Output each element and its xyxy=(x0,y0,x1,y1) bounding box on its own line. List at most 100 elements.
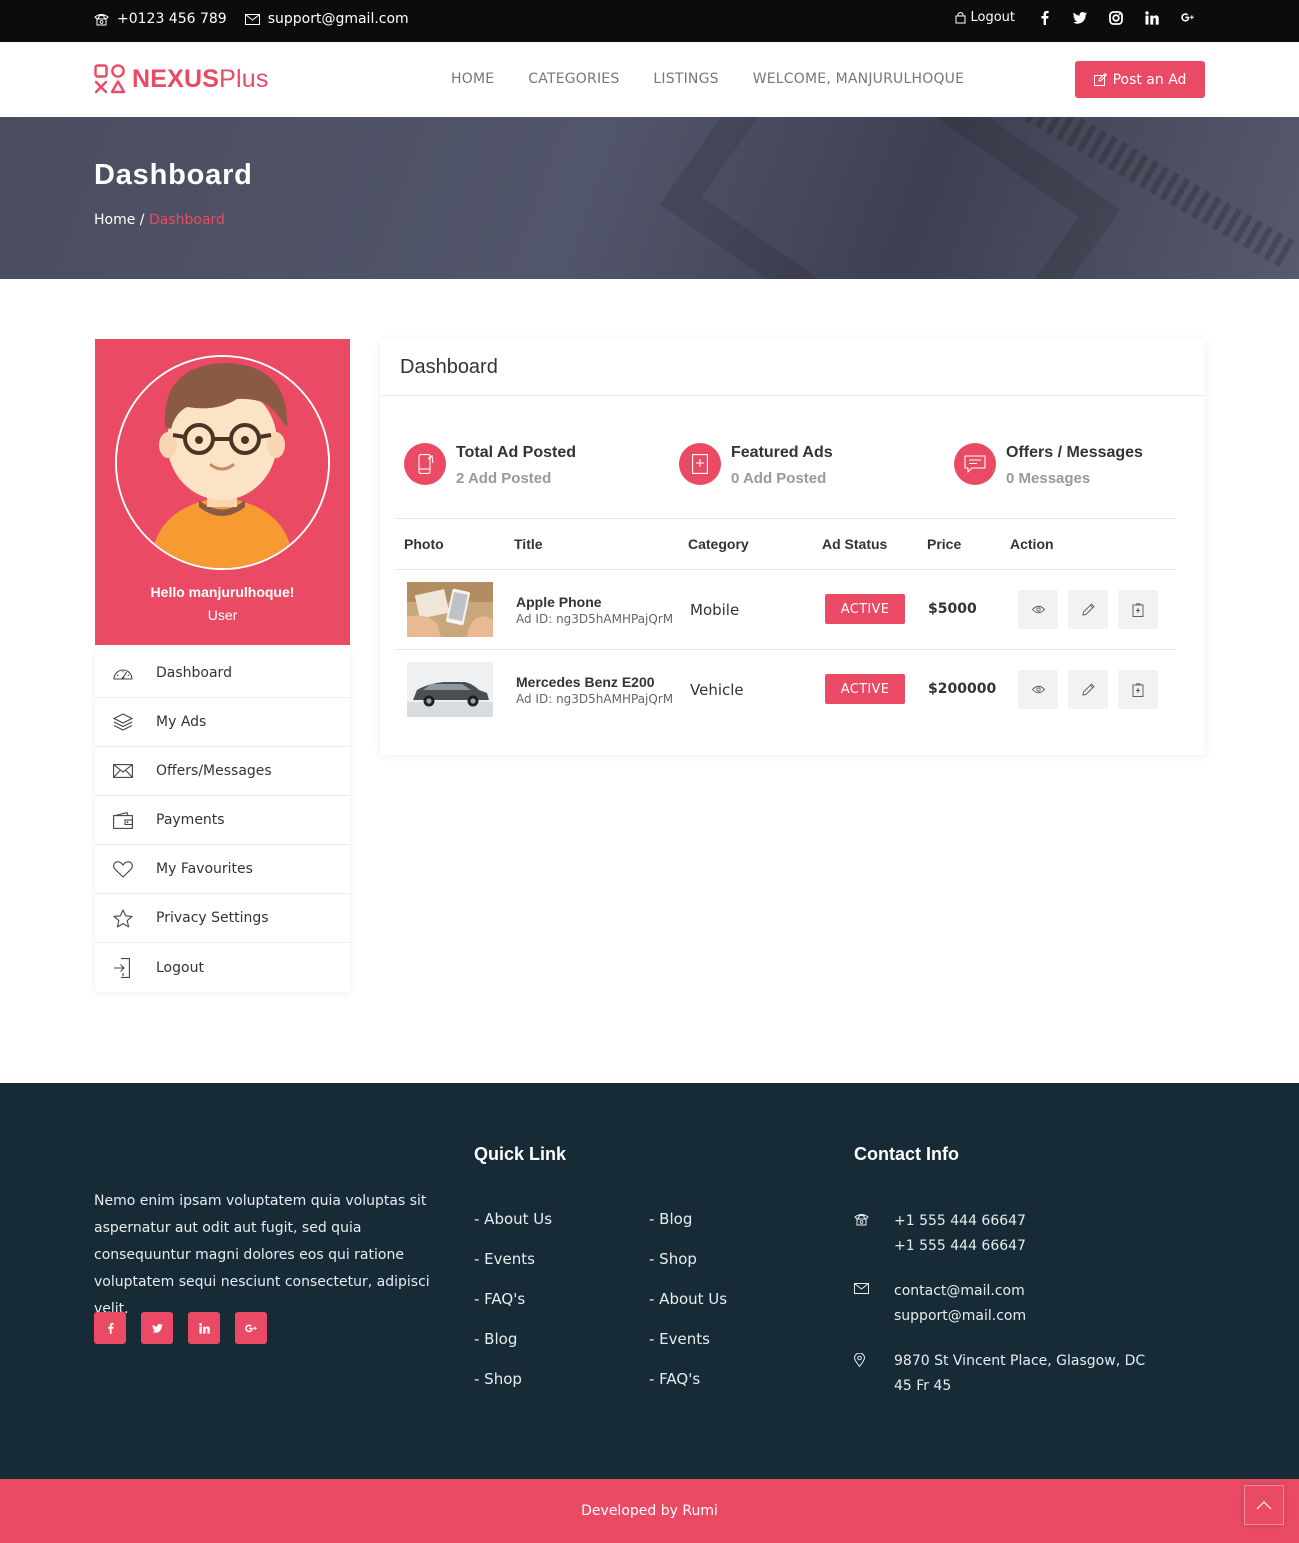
site-logo[interactable]: NEXUSPlus xyxy=(94,64,269,94)
view-ad-button[interactable] xyxy=(1018,590,1058,629)
wallet-icon xyxy=(95,811,151,829)
delete-ad-button[interactable] xyxy=(1118,670,1158,709)
footer-link[interactable]: - Blog xyxy=(649,1210,727,1250)
footer-link[interactable]: - About Us xyxy=(649,1290,727,1330)
page-banner: Dashboard Home / Dashboard xyxy=(0,117,1299,279)
phone-icon xyxy=(854,1213,869,1226)
dashboard-gauge-icon xyxy=(95,666,151,680)
ads-table: Photo Title Category Ad Status Price Act… xyxy=(396,518,1175,730)
sidebar-item-my-favourites[interactable]: My Favourites xyxy=(95,845,350,894)
contact-address-text: 9870 St Vincent Place, Glasgow, DC 45 Fr… xyxy=(894,1353,1146,1394)
twitter-icon[interactable] xyxy=(141,1312,173,1344)
stat-value: 0 Messages xyxy=(1006,470,1091,487)
post-ad-button[interactable]: Post an Ad xyxy=(1075,61,1205,98)
google-plus-icon[interactable] xyxy=(1181,11,1195,25)
logo-text-light: Plus xyxy=(219,64,269,93)
column-header-price: Price xyxy=(927,536,962,552)
logout-icon xyxy=(95,957,151,978)
contact-email-1[interactable]: contact@mail.com xyxy=(894,1279,1154,1304)
main-header: NEXUSPlus HOME CATEGORIES LISTINGS WELCO… xyxy=(0,42,1299,117)
table-row: Apple Phone Ad ID: ng3D5hAMHPajQrM Mobil… xyxy=(396,570,1175,650)
scroll-to-top-button[interactable] xyxy=(1244,1485,1284,1525)
stat-value: 0 Add Posted xyxy=(731,470,827,487)
column-header-title: Title xyxy=(514,536,543,552)
main-nav: HOME CATEGORIES LISTINGS WELCOME, MANJUR… xyxy=(451,71,998,87)
edit-ad-button[interactable] xyxy=(1068,590,1108,629)
avatar[interactable] xyxy=(115,355,330,570)
sidebar-item-offers-messages[interactable]: Offers/Messages xyxy=(95,747,350,796)
ad-category: Vehicle xyxy=(690,681,744,699)
footer-link[interactable]: - Shop xyxy=(649,1250,727,1290)
contact-phone-2[interactable]: +1 555 444 66647 xyxy=(894,1234,1154,1259)
facebook-icon[interactable] xyxy=(1037,10,1051,25)
stat-label: Featured Ads xyxy=(731,444,833,461)
google-plus-icon[interactable] xyxy=(235,1312,267,1344)
column-header-category: Category xyxy=(688,536,749,552)
panel-title: Dashboard xyxy=(380,339,1205,396)
edit-icon xyxy=(1093,73,1107,86)
contact-email-2[interactable]: support@mail.com xyxy=(894,1304,1154,1329)
column-header-action: Action xyxy=(1010,536,1054,552)
ad-photo-phone[interactable] xyxy=(407,582,493,637)
map-pin-icon xyxy=(854,1353,865,1367)
delete-ad-button[interactable] xyxy=(1118,590,1158,629)
sidebar-item-privacy-settings[interactable]: Privacy Settings xyxy=(95,894,350,943)
logo-mark-icon xyxy=(94,64,126,94)
footer-link[interactable]: - FAQ's xyxy=(649,1370,727,1410)
footer-links-col2: - Blog - Shop - About Us - Events - FAQ'… xyxy=(649,1210,727,1410)
nav-listings[interactable]: LISTINGS xyxy=(653,71,718,87)
topbar-phone[interactable]: +0123 456 789 xyxy=(94,11,227,27)
trash-icon xyxy=(1132,682,1144,697)
facebook-icon[interactable] xyxy=(94,1312,126,1344)
stat-total-ads: Total Ad Posted 2 Add Posted xyxy=(404,443,576,487)
linkedin-icon[interactable] xyxy=(1145,10,1159,25)
sidebar-item-logout[interactable]: Logout xyxy=(95,943,350,992)
stat-label: Offers / Messages xyxy=(1006,444,1143,461)
chat-bubble-icon xyxy=(954,443,996,485)
phone-icon xyxy=(94,13,109,26)
ad-title[interactable]: Apple Phone xyxy=(516,594,602,610)
ad-photo-car[interactable] xyxy=(407,662,493,717)
topbar-email[interactable]: support@gmail.com xyxy=(244,11,409,27)
footer-link[interactable]: - FAQ's xyxy=(474,1290,552,1330)
nav-welcome-user[interactable]: WELCOME, MANJURULHOQUE xyxy=(753,71,964,87)
envelope-icon xyxy=(854,1283,869,1294)
footer-social-links xyxy=(94,1312,267,1344)
column-header-photo: Photo xyxy=(404,536,444,552)
twitter-icon[interactable] xyxy=(1073,11,1087,25)
topbar-logout-link[interactable]: Logout xyxy=(955,10,1015,25)
nav-categories[interactable]: CATEGORIES xyxy=(528,71,619,87)
footer-link[interactable]: - About Us xyxy=(474,1210,552,1250)
sidebar-item-payments[interactable]: Payments xyxy=(95,796,350,845)
ad-title[interactable]: Mercedes Benz E200 xyxy=(516,674,655,690)
envelope-icon xyxy=(95,764,151,778)
breadcrumb: Home / Dashboard xyxy=(94,212,225,228)
post-ad-label: Post an Ad xyxy=(1112,71,1187,88)
logo-text: NEXUSPlus xyxy=(132,65,269,94)
sidebar-item-my-ads[interactable]: My Ads xyxy=(95,698,350,747)
instagram-icon[interactable] xyxy=(1109,10,1123,25)
bookmark-plus-icon xyxy=(679,443,721,485)
footer-links-col1: - About Us - Events - FAQ's - Blog - Sho… xyxy=(474,1210,552,1410)
envelope-icon xyxy=(244,13,260,25)
view-ad-button[interactable] xyxy=(1018,670,1058,709)
layers-icon xyxy=(95,713,151,731)
contact-phone-1[interactable]: +1 555 444 66647 xyxy=(894,1209,1154,1234)
status-badge: ACTIVE xyxy=(825,674,905,704)
nav-home[interactable]: HOME xyxy=(451,71,494,87)
topbar-logout-text: Logout xyxy=(970,10,1015,25)
footer-link[interactable]: - Events xyxy=(474,1250,552,1290)
pencil-icon xyxy=(1081,603,1095,616)
star-icon xyxy=(95,908,151,928)
footer-link[interactable]: - Events xyxy=(649,1330,727,1370)
stat-offers-messages: Offers / Messages 0 Messages xyxy=(954,443,1143,487)
copyright-text: Developed by Rumi xyxy=(581,1503,718,1519)
footer-link[interactable]: - Shop xyxy=(474,1370,552,1410)
page-title: Dashboard xyxy=(94,159,253,191)
linkedin-icon[interactable] xyxy=(188,1312,220,1344)
breadcrumb-home[interactable]: Home / xyxy=(94,212,145,228)
sidebar-item-dashboard[interactable]: Dashboard xyxy=(95,649,350,698)
sidebar-item-label: Privacy Settings xyxy=(156,910,269,926)
edit-ad-button[interactable] xyxy=(1068,670,1108,709)
footer-link[interactable]: - Blog xyxy=(474,1330,552,1370)
